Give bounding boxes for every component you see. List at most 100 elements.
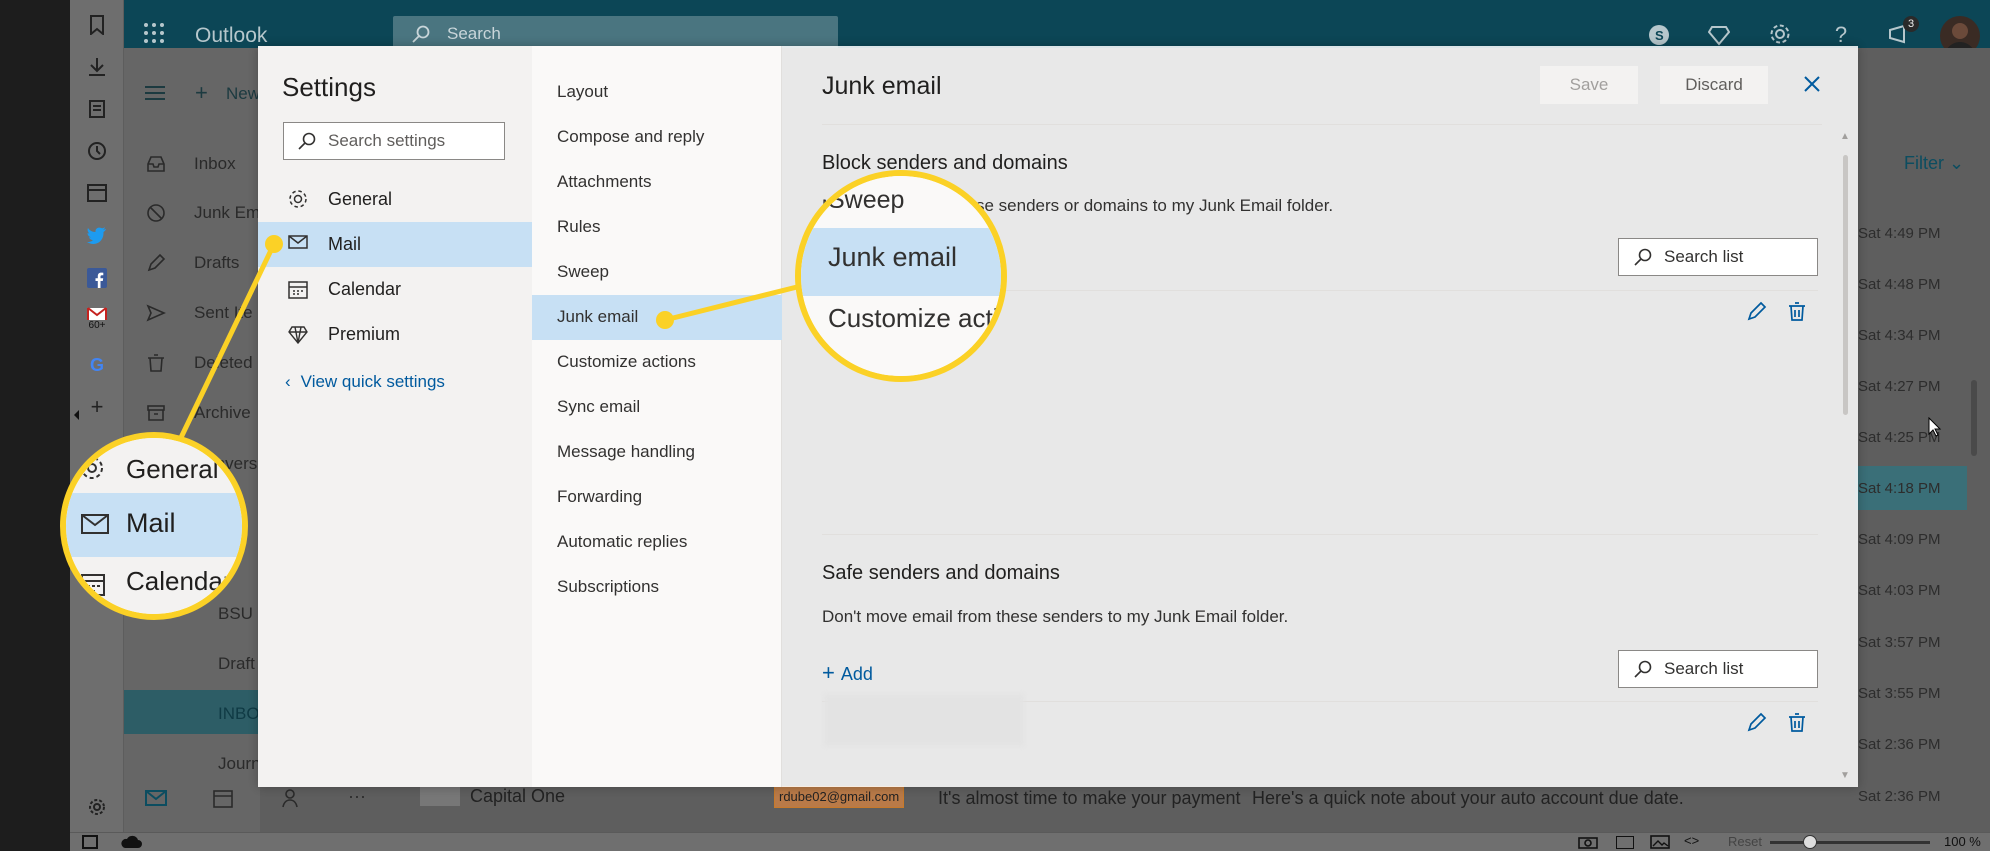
camera-icon[interactable] xyxy=(1578,835,1598,849)
trash-icon xyxy=(146,353,166,373)
settings-category-label: Premium xyxy=(328,324,401,344)
folder-sent[interactable]: Sent Ite xyxy=(194,303,253,323)
people-module-icon[interactable] xyxy=(282,788,304,808)
settings-section-message-handling[interactable]: Message handling xyxy=(532,430,782,475)
message-time: Sat 2:36 PM xyxy=(1858,736,1941,753)
view-quick-settings-label: View quick settings xyxy=(300,372,445,391)
hamburger-menu-icon[interactable] xyxy=(145,86,165,100)
plus-icon: + xyxy=(822,660,835,685)
calendar-module-icon[interactable] xyxy=(213,788,233,808)
archive-icon xyxy=(146,403,166,423)
settings-section-rules[interactable]: Rules xyxy=(532,205,782,250)
mail-module-icon[interactable] xyxy=(145,790,167,806)
facebook-icon[interactable] xyxy=(84,265,110,291)
message-row[interactable]: Capital One xyxy=(470,786,565,807)
panel-toggle-icon[interactable] xyxy=(82,835,98,849)
svg-text:S: S xyxy=(1655,28,1664,43)
settings-section-sync[interactable]: Sync email xyxy=(532,385,782,430)
folder-draft[interactable]: Draft xyxy=(218,654,255,674)
collapse-arrow-icon[interactable] xyxy=(72,408,82,422)
message-list-scrollbar[interactable] xyxy=(1971,380,1977,456)
settings-section-automatic-replies[interactable]: Automatic replies xyxy=(532,520,782,565)
calendar-icon xyxy=(288,279,308,299)
discard-button[interactable]: Discard xyxy=(1660,66,1768,104)
settings-section-forwarding[interactable]: Forwarding xyxy=(532,475,782,520)
zoom-reset-button[interactable]: Reset xyxy=(1728,834,1762,849)
app-launcher-icon[interactable] xyxy=(143,22,165,44)
view-quick-settings-link[interactable]: ‹ View quick settings xyxy=(285,372,445,392)
settings-category-label: General xyxy=(328,189,393,209)
history-icon[interactable] xyxy=(84,138,110,164)
search-icon xyxy=(298,132,316,150)
folder-deleted[interactable]: Deleted xyxy=(194,353,253,373)
notification-count-badge: 3 xyxy=(1903,16,1919,32)
gmail-icon[interactable]: 60+ xyxy=(84,306,110,332)
settings-section-label: Subscriptions xyxy=(557,577,660,596)
close-icon[interactable] xyxy=(1800,72,1824,96)
skype-icon[interactable]: S xyxy=(1648,24,1670,46)
add-safe-sender-button[interactable]: + Add xyxy=(822,660,873,686)
delete-trash-icon[interactable] xyxy=(1786,711,1808,733)
google-icon[interactable]: G xyxy=(84,352,110,378)
new-message-plus-icon[interactable]: + xyxy=(195,80,208,106)
delete-trash-icon[interactable] xyxy=(1786,300,1808,322)
bookmark-icon[interactable] xyxy=(84,12,110,38)
settings-section-layout[interactable]: Layout xyxy=(532,70,782,115)
zoom-slider-thumb[interactable] xyxy=(1803,835,1817,849)
edit-pencil-icon[interactable] xyxy=(1746,711,1768,733)
settings-section-label: Junk email xyxy=(557,307,639,326)
settings-category-mail[interactable]: Mail xyxy=(258,222,532,267)
premium-diamond-icon[interactable] xyxy=(1708,24,1730,46)
new-message-button[interactable]: New xyxy=(226,84,260,104)
settings-category-calendar[interactable]: Calendar xyxy=(258,267,532,312)
settings-section-junk[interactable]: Junk email xyxy=(532,295,782,340)
window-icon[interactable] xyxy=(1616,836,1634,849)
settings-section-sweep[interactable]: Sweep xyxy=(532,250,782,295)
settings-section-customize[interactable]: Customize actions xyxy=(532,340,782,385)
settings-section-subscriptions[interactable]: Subscriptions xyxy=(532,565,782,610)
folder-journal[interactable]: Journ xyxy=(218,754,261,774)
settings-section-label: Customize actions xyxy=(557,352,696,371)
outlook-logo: Outlook xyxy=(195,24,268,47)
twitter-icon[interactable] xyxy=(84,222,110,248)
scroll-up-icon[interactable]: ▲ xyxy=(1840,131,1850,142)
reader-icon[interactable] xyxy=(84,180,110,206)
gear-icon xyxy=(80,456,104,480)
magnifier-settings-categories: General Mail Calendar xyxy=(60,432,248,620)
drafts-pencil-icon xyxy=(146,253,166,273)
more-modules-icon[interactable]: ··· xyxy=(348,786,366,807)
scroll-down-icon[interactable]: ▼ xyxy=(1840,770,1850,781)
message-time: Sat 3:57 PM xyxy=(1858,634,1941,651)
settings-gear-icon[interactable] xyxy=(84,794,110,820)
code-icon[interactable]: <> xyxy=(1684,833,1699,848)
download-icon[interactable] xyxy=(84,54,110,80)
divider xyxy=(822,124,1822,125)
settings-section-attachments[interactable]: Attachments xyxy=(532,160,782,205)
filter-label: Filter xyxy=(1904,153,1944,173)
gear-icon xyxy=(288,189,308,209)
zoom-slider[interactable] xyxy=(1770,841,1930,844)
folder-junk[interactable]: Junk Em xyxy=(194,203,260,223)
folder-inbox[interactable]: Inbox xyxy=(194,154,236,174)
folder-inbox-sub[interactable]: INBO xyxy=(218,704,260,724)
gmail-count-badge: 60+ xyxy=(88,320,106,331)
settings-icon[interactable] xyxy=(1769,23,1791,45)
save-button[interactable]: Save xyxy=(1540,66,1638,104)
scrollbar-thumb[interactable] xyxy=(1843,155,1848,415)
add-panel-icon[interactable]: + xyxy=(84,394,110,420)
settings-category-premium[interactable]: Premium xyxy=(258,312,532,357)
settings-category-general[interactable]: General xyxy=(258,177,532,222)
cloud-icon[interactable] xyxy=(120,835,142,849)
image-icon[interactable] xyxy=(1650,835,1670,849)
settings-section-compose[interactable]: Compose and reply xyxy=(532,115,782,160)
search-icon xyxy=(412,25,430,43)
folder-archive[interactable]: Archive xyxy=(194,403,251,423)
notes-icon[interactable] xyxy=(84,96,110,122)
settings-search-input[interactable]: Search settings xyxy=(283,122,505,160)
edit-pencil-icon[interactable] xyxy=(1746,300,1768,322)
folder-drafts[interactable]: Drafts xyxy=(194,253,239,273)
filter-button[interactable]: Filter ⌄ xyxy=(1904,153,1964,174)
help-icon[interactable]: ? xyxy=(1830,22,1852,47)
mouse-cursor-icon xyxy=(1928,417,1942,437)
junk-email-title: Junk email xyxy=(822,72,942,100)
